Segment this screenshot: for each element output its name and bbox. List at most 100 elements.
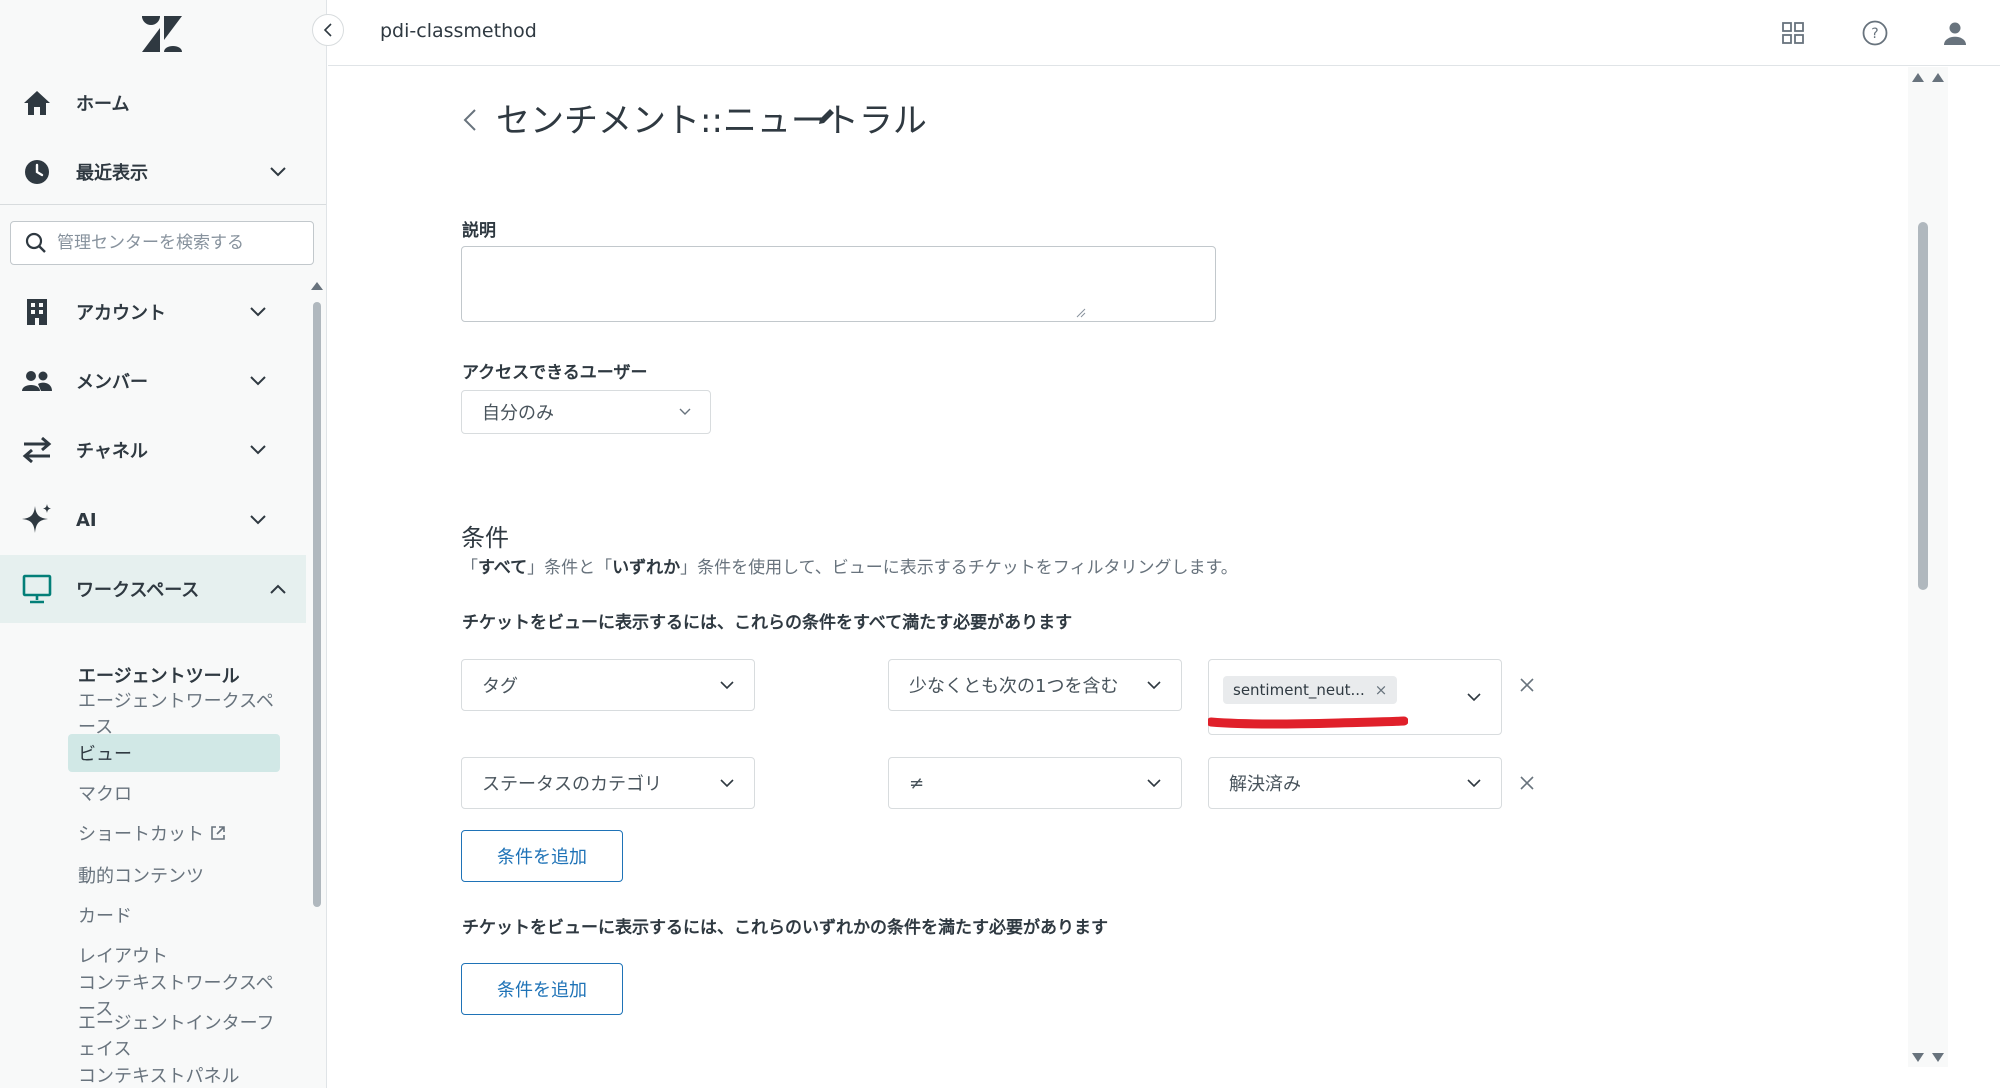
condition-field-value: タグ [482, 676, 518, 697]
chevron-down-icon [718, 774, 736, 792]
top-bar: pdi-classmethod ? [328, 0, 2000, 66]
admin-search-input[interactable] [57, 233, 297, 253]
scroll-up-icon[interactable] [1932, 73, 1944, 82]
condition-operator-select[interactable]: 少なくとも次の1つを含む [888, 659, 1182, 711]
page-title: センチメント::ニュートラル [496, 101, 927, 141]
chevron-down-icon [676, 403, 694, 421]
sub-item-shortcuts-label: ショートカット [78, 824, 204, 845]
home-icon [20, 86, 54, 120]
apps-grid-icon[interactable] [1776, 16, 1810, 50]
people-icon [20, 364, 54, 398]
access-label: アクセスできるユーザー [462, 363, 648, 383]
condition-operator-value: ≠ [909, 772, 925, 794]
main-content: センチメント::ニュートラル 説明 アクセスできるユーザー 自分のみ 条件 「す… [328, 67, 1908, 1088]
nav-recent-label: 最近表示 [76, 163, 148, 184]
condition-field-select[interactable]: タグ [461, 659, 755, 711]
chevron-down-icon [248, 371, 268, 391]
main-scrollbar[interactable] [1908, 67, 1948, 1067]
add-any-condition-button[interactable]: 条件を追加 [461, 963, 623, 1015]
condition-field-select[interactable]: ステータスのカテゴリ [461, 757, 755, 809]
access-select-value: 自分のみ [482, 403, 554, 424]
sparkle-icon [20, 503, 54, 537]
remove-condition-button[interactable] [1514, 770, 1540, 796]
sub-item-macros[interactable]: マクロ [68, 774, 280, 812]
main-scroll-thumb[interactable] [1918, 222, 1928, 590]
scroll-down-icon[interactable] [1932, 1053, 1944, 1062]
sidebar: ホーム 最近表示 アカウント メンバー [0, 0, 327, 1088]
sub-item-agent-workspace[interactable]: エージェントワークスペース [68, 691, 280, 738]
external-link-icon [211, 826, 225, 840]
scroll-down-icon[interactable] [1912, 1053, 1924, 1062]
nav-ai-label: AI [76, 509, 97, 531]
conditions-desc-text: 」条件を使用して、ビューに表示するチケットをフィルタリングします。 [680, 558, 1238, 578]
nav-channels[interactable]: チャネル [0, 419, 306, 481]
condition-value: 解決済み [1229, 774, 1301, 795]
sub-item-agent-interface[interactable]: エージェントインターフェイス [68, 1013, 280, 1060]
scroll-up-icon[interactable] [311, 282, 323, 290]
chevron-down-icon [1145, 774, 1163, 792]
nav-channels-label: チャネル [76, 441, 148, 462]
sub-item-context-panel[interactable]: コンテキストパネル [68, 1056, 280, 1088]
conditions-title: 条件 [461, 524, 509, 552]
user-avatar-icon[interactable] [1938, 16, 1972, 50]
conditions-desc-text: 「 [461, 558, 478, 578]
chevron-down-icon [718, 676, 736, 694]
collapse-sidebar-button[interactable] [312, 14, 344, 46]
sub-heading-agent-tools: エージェントツール [78, 666, 240, 687]
tag-chip: sentiment_neut... × [1223, 676, 1398, 704]
search-icon [25, 232, 46, 253]
nav-ai[interactable]: AI [0, 489, 306, 551]
conditions-desc-all: すべて [478, 558, 528, 578]
condition-value-select[interactable]: 解決済み [1208, 757, 1502, 809]
remove-condition-button[interactable] [1514, 672, 1540, 698]
arrows-icon [20, 433, 54, 467]
nav-workspace[interactable]: ワークスペース [0, 555, 306, 623]
any-conditions-heading: チケットをビューに表示するには、これらのいずれかの条件を満たす必要があります [462, 918, 1108, 938]
sub-item-dynamic-content[interactable]: 動的コンテンツ [68, 856, 280, 894]
description-label: 説明 [462, 221, 496, 241]
chevron-down-icon [1465, 774, 1483, 792]
back-button[interactable] [458, 103, 482, 137]
chevron-down-icon [1145, 676, 1163, 694]
condition-field-value: ステータスのカテゴリ [482, 774, 662, 795]
scroll-up-icon[interactable] [1912, 73, 1924, 82]
sub-item-shortcuts[interactable]: ショートカット [68, 814, 280, 852]
admin-search-field[interactable] [10, 221, 314, 265]
clock-icon [20, 155, 54, 189]
nav-members-label: メンバー [76, 372, 148, 393]
remove-tag-icon[interactable]: × [1375, 681, 1388, 699]
nav-account-label: アカウント [76, 303, 166, 324]
sidebar-divider [0, 204, 326, 205]
zendesk-logo-icon[interactable] [140, 14, 184, 54]
help-icon[interactable]: ? [1858, 16, 1892, 50]
nav-home-label: ホーム [76, 94, 130, 115]
access-select[interactable]: 自分のみ [461, 390, 711, 434]
org-name: pdi-classmethod [380, 20, 537, 42]
sub-item-views[interactable]: ビュー [68, 734, 280, 772]
chevron-down-icon [248, 302, 268, 322]
description-field[interactable] [461, 246, 1216, 322]
chevron-left-icon [323, 23, 332, 37]
close-icon [1520, 776, 1534, 790]
monitor-icon [20, 572, 54, 606]
conditions-description: 「すべて」条件と「いずれか」条件を使用して、ビューに表示するチケットをフィルタリ… [461, 553, 1238, 578]
edit-pencil-icon[interactable] [816, 107, 842, 133]
condition-operator-value: 少なくとも次の1つを含む [909, 676, 1119, 697]
nav-members[interactable]: メンバー [0, 350, 306, 412]
resize-grip-icon[interactable] [1076, 308, 1086, 318]
sidebar-scrollbar[interactable] [310, 280, 323, 910]
add-all-condition-button[interactable]: 条件を追加 [461, 830, 623, 882]
tag-chip-label: sentiment_neut... [1233, 681, 1365, 699]
conditions-desc-text: 」条件と「 [527, 558, 613, 578]
chevron-down-icon [248, 510, 268, 530]
sub-item-cards[interactable]: カード [68, 896, 280, 934]
chevron-down-icon [268, 162, 288, 182]
nav-account[interactable]: アカウント [0, 281, 306, 343]
nav-home[interactable]: ホーム [0, 72, 306, 134]
sidebar-scroll-thumb[interactable] [313, 302, 321, 907]
all-conditions-heading: チケットをビューに表示するには、これらの条件をすべて満たす必要があります [462, 613, 1073, 633]
close-icon [1520, 678, 1534, 692]
nav-recent[interactable]: 最近表示 [0, 141, 306, 203]
building-icon [20, 295, 54, 329]
condition-operator-select[interactable]: ≠ [888, 757, 1182, 809]
